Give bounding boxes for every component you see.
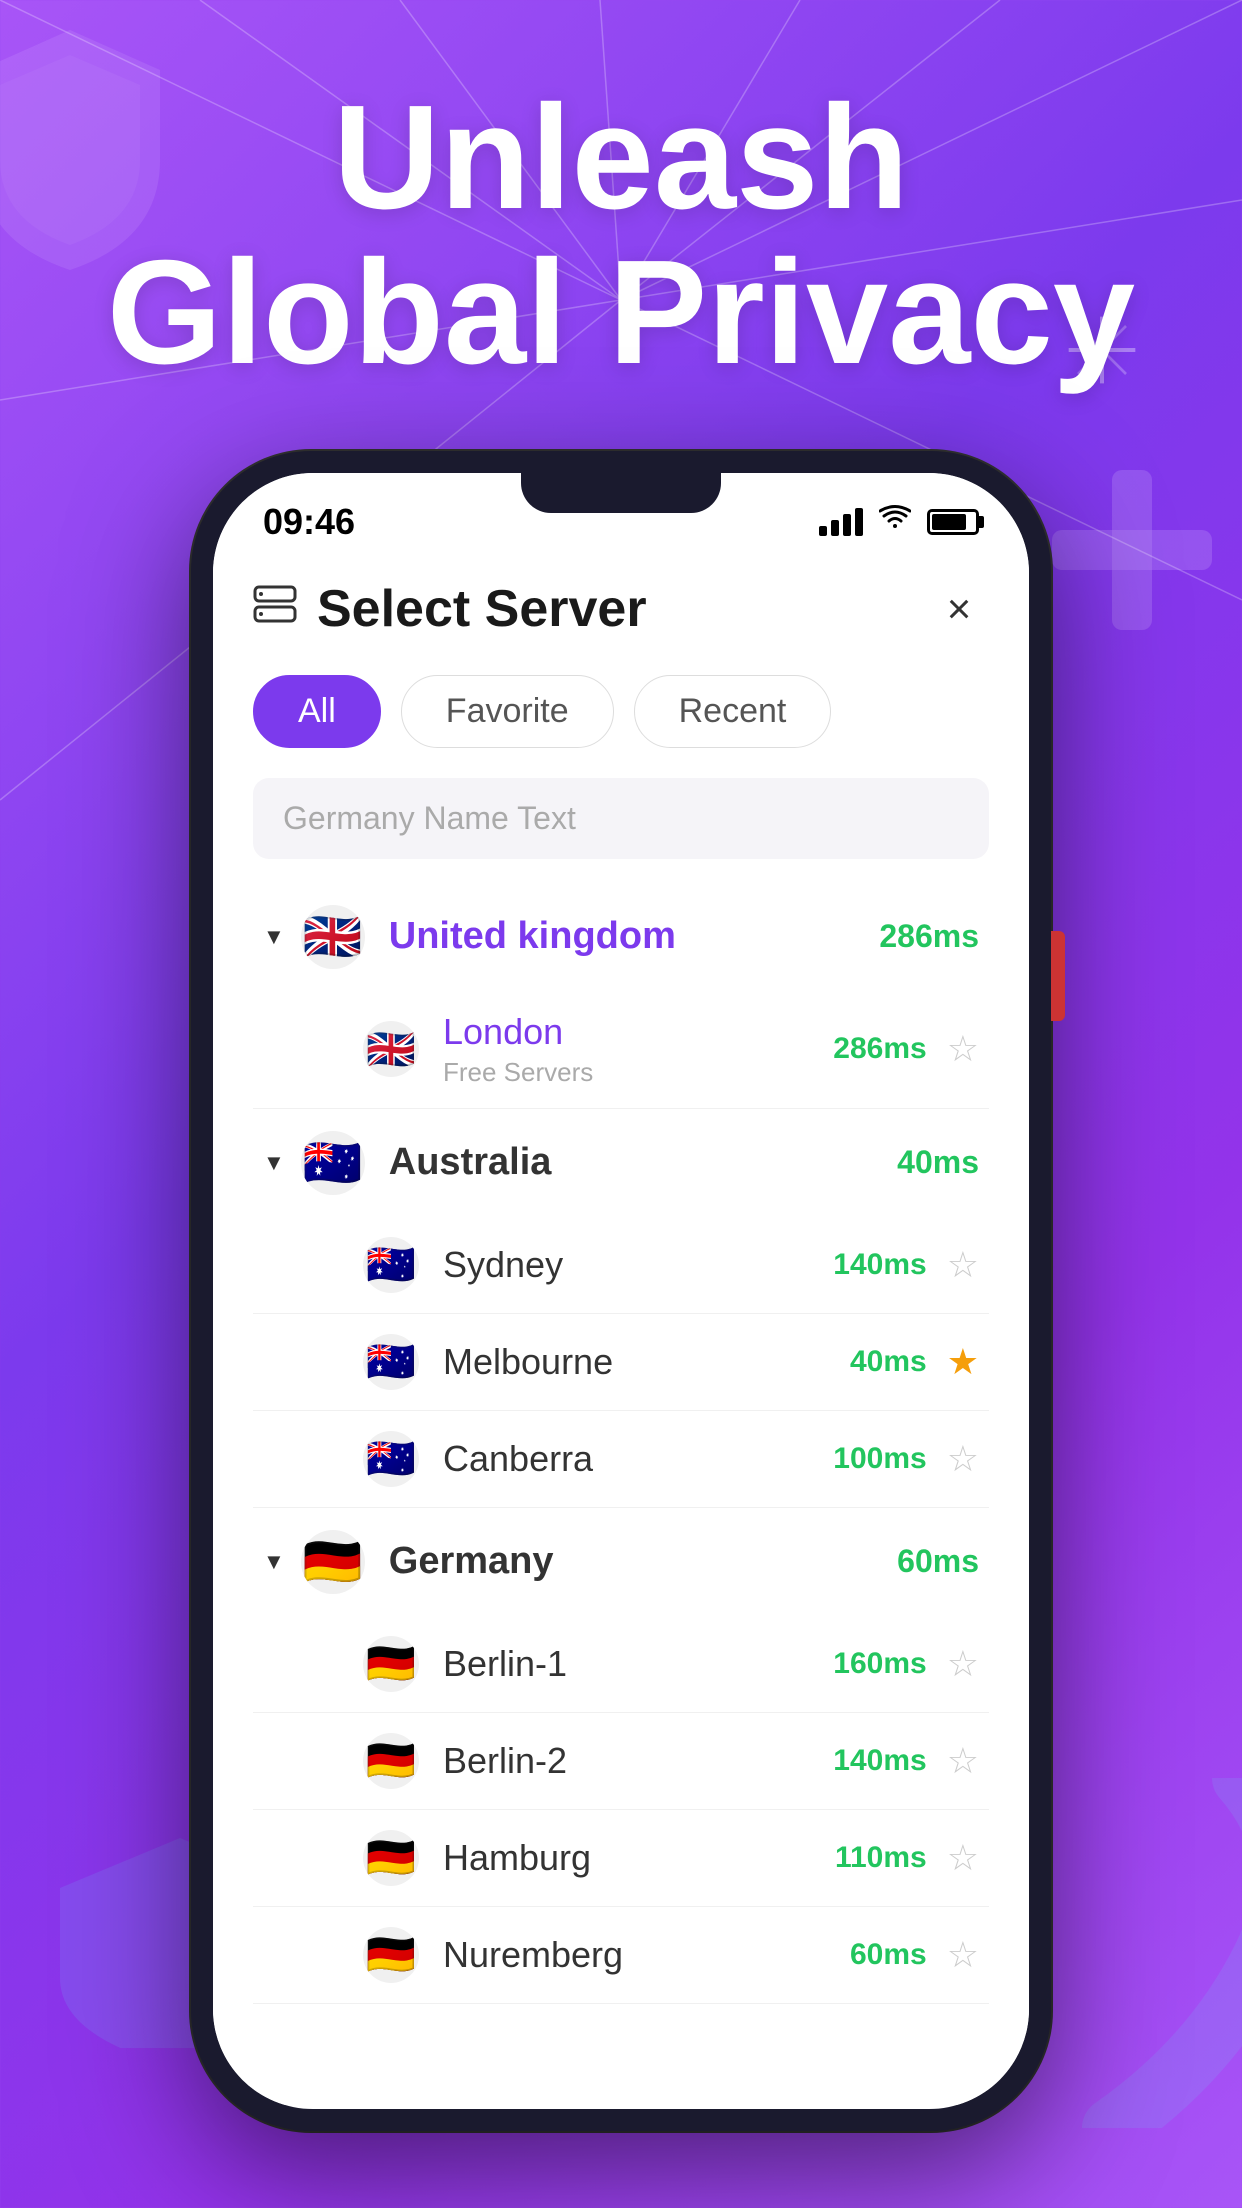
server-row-berlin2[interactable]: 🇩🇪 Berlin-2 140ms ☆ <box>253 1713 989 1810</box>
flag-au: 🇦🇺 <box>301 1131 365 1195</box>
server-row-london[interactable]: 🇬🇧 London Free Servers 286ms ☆ <box>253 991 989 1109</box>
server-list: ▼ 🇬🇧 United kingdom 286ms 🇬🇧 London Free… <box>253 883 989 2105</box>
server-row-canberra[interactable]: 🇦🇺 Canberra 100ms ☆ <box>253 1411 989 1508</box>
phone-screen: 09:46 <box>213 473 1029 2109</box>
status-icons <box>819 504 979 540</box>
country-row-de[interactable]: ▼ 🇩🇪 Germany 60ms <box>253 1508 989 1616</box>
country-name-de: Germany <box>389 1540 897 1583</box>
server-info-sydney: Sydney <box>443 1244 833 1286</box>
star-canberra[interactable]: ☆ <box>947 1438 979 1480</box>
search-input[interactable]: Germany Name Text <box>253 778 989 859</box>
server-name-berlin1: Berlin-1 <box>443 1643 833 1685</box>
flag-hamburg: 🇩🇪 <box>363 1830 419 1886</box>
server-info-hamburg: Hamburg <box>443 1837 835 1879</box>
ping-au: 40ms <box>897 1144 979 1181</box>
server-info-berlin2: Berlin-2 <box>443 1740 833 1782</box>
star-sydney[interactable]: ☆ <box>947 1244 979 1286</box>
tab-all[interactable]: All <box>253 675 381 748</box>
flag-canberra: 🇦🇺 <box>363 1431 419 1487</box>
star-melbourne[interactable]: ★ <box>947 1341 979 1383</box>
signal-icon <box>819 508 863 536</box>
battery-fill <box>932 514 966 530</box>
app-content: Select Server × All Favorite Recent Germ… <box>213 559 1029 2105</box>
server-ping-hamburg: 110ms <box>835 1841 927 1875</box>
server-ping-london: 286ms <box>833 1032 926 1066</box>
flag-berlin2: 🇩🇪 <box>363 1733 419 1789</box>
tab-bar: All Favorite Recent <box>253 675 989 748</box>
server-icon <box>253 584 297 634</box>
flag-london: 🇬🇧 <box>363 1021 419 1077</box>
phone-notch <box>521 473 721 513</box>
server-info-nuremberg: Nuremberg <box>443 1934 850 1976</box>
server-ping-berlin1: 160ms <box>833 1647 926 1681</box>
server-name-canberra: Canberra <box>443 1438 833 1480</box>
server-name-london: London <box>443 1011 833 1053</box>
battery-icon <box>927 509 979 535</box>
chevron-au: ▼ <box>263 1150 285 1176</box>
server-info-london: London Free Servers <box>443 1011 833 1088</box>
server-name-melbourne: Melbourne <box>443 1341 850 1383</box>
server-name-berlin2: Berlin-2 <box>443 1740 833 1782</box>
country-row-au[interactable]: ▼ 🇦🇺 Australia 40ms <box>253 1109 989 1217</box>
flag-nuremberg: 🇩🇪 <box>363 1927 419 1983</box>
header: Select Server × <box>253 579 989 639</box>
server-row-hamburg[interactable]: 🇩🇪 Hamburg 110ms ☆ <box>253 1810 989 1907</box>
signal-bar-4 <box>855 508 863 536</box>
star-berlin1[interactable]: ☆ <box>947 1643 979 1685</box>
country-name-uk: United kingdom <box>389 915 880 958</box>
chevron-de: ▼ <box>263 1549 285 1575</box>
flag-melbourne: 🇦🇺 <box>363 1334 419 1390</box>
server-row-sydney[interactable]: 🇦🇺 Sydney 140ms ☆ <box>253 1217 989 1314</box>
star-hamburg[interactable]: ☆ <box>947 1837 979 1879</box>
flag-de: 🇩🇪 <box>301 1530 365 1594</box>
ping-uk: 286ms <box>879 918 979 955</box>
status-time: 09:46 <box>263 501 355 543</box>
server-ping-melbourne: 40ms <box>850 1345 927 1379</box>
wifi-icon <box>879 504 911 540</box>
server-sub-london: Free Servers <box>443 1057 833 1088</box>
server-info-canberra: Canberra <box>443 1438 833 1480</box>
server-info-berlin1: Berlin-1 <box>443 1643 833 1685</box>
server-name-nuremberg: Nuremberg <box>443 1934 850 1976</box>
phone-side-button <box>1051 931 1065 1021</box>
server-ping-nuremberg: 60ms <box>850 1938 927 1972</box>
star-london[interactable]: ☆ <box>947 1028 979 1070</box>
headline-container: Unleash Global Privacy <box>47 80 1195 391</box>
server-row-nuremberg[interactable]: 🇩🇪 Nuremberg 60ms ☆ <box>253 1907 989 2004</box>
country-row-uk[interactable]: ▼ 🇬🇧 United kingdom 286ms <box>253 883 989 991</box>
flag-berlin1: 🇩🇪 <box>363 1636 419 1692</box>
flag-uk: 🇬🇧 <box>301 905 365 969</box>
flag-sydney: 🇦🇺 <box>363 1237 419 1293</box>
signal-bar-1 <box>819 526 827 536</box>
server-info-melbourne: Melbourne <box>443 1341 850 1383</box>
signal-bar-3 <box>843 514 851 536</box>
headline-text: Unleash Global Privacy <box>107 80 1135 391</box>
ping-de: 60ms <box>897 1543 979 1580</box>
star-nuremberg[interactable]: ☆ <box>947 1934 979 1976</box>
chevron-uk: ▼ <box>263 924 285 950</box>
server-row-melbourne[interactable]: 🇦🇺 Melbourne 40ms ★ <box>253 1314 989 1411</box>
server-name-sydney: Sydney <box>443 1244 833 1286</box>
header-left: Select Server <box>253 579 647 639</box>
phone-mockup: 09:46 <box>191 451 1051 2131</box>
star-berlin2[interactable]: ☆ <box>947 1740 979 1782</box>
tab-recent[interactable]: Recent <box>634 675 832 748</box>
phone-frame: 09:46 <box>191 451 1051 2131</box>
tab-favorite[interactable]: Favorite <box>401 675 614 748</box>
server-row-berlin1[interactable]: 🇩🇪 Berlin-1 160ms ☆ <box>253 1616 989 1713</box>
header-title: Select Server <box>317 579 647 639</box>
close-button[interactable]: × <box>929 579 989 639</box>
server-name-hamburg: Hamburg <box>443 1837 835 1879</box>
signal-bar-2 <box>831 520 839 536</box>
server-ping-sydney: 140ms <box>833 1248 926 1282</box>
server-ping-berlin2: 140ms <box>833 1744 926 1778</box>
server-ping-canberra: 100ms <box>833 1442 926 1476</box>
country-name-au: Australia <box>389 1141 897 1184</box>
